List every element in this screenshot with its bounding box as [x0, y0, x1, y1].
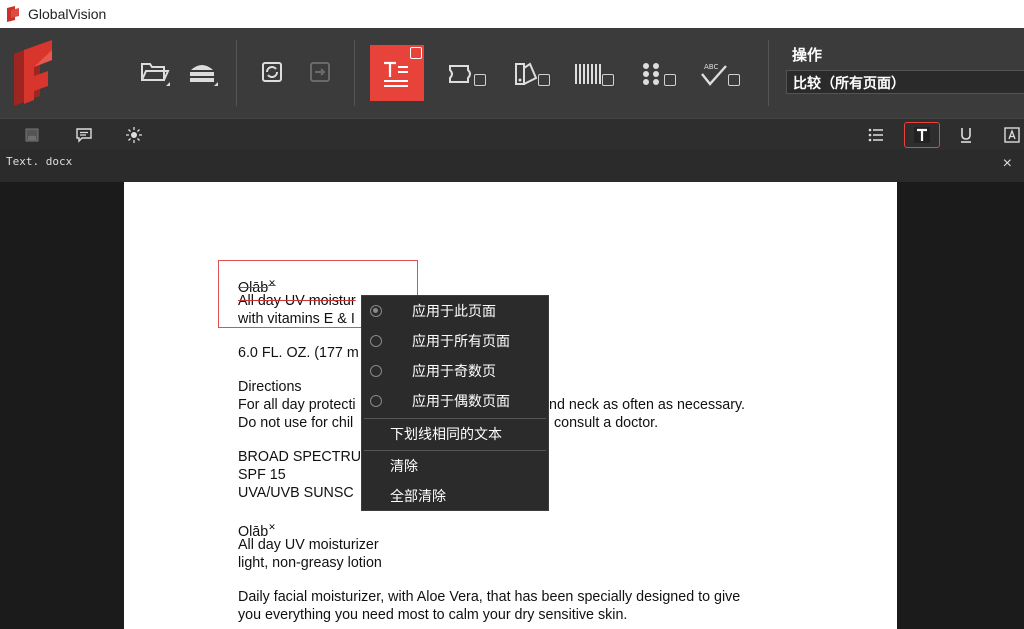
- close-tab-icon[interactable]: ×: [1003, 156, 1012, 172]
- menu-item-label: 下划线相同的文本: [390, 426, 502, 442]
- folder-open-icon: [141, 63, 170, 86]
- page-icon: [25, 128, 39, 142]
- doc-line: For all day protecti: [238, 397, 356, 413]
- braille-checkbox[interactable]: [664, 74, 676, 86]
- refresh-button[interactable]: [252, 52, 292, 92]
- menu-separator: [364, 418, 546, 419]
- doc-line: Directions: [238, 379, 302, 395]
- graphics-compare-checkbox[interactable]: [474, 74, 486, 86]
- scan-button[interactable]: [182, 52, 222, 92]
- operation-select[interactable]: 比较（所有页面）: [786, 70, 1024, 94]
- doc-line: nd neck as often as necessary.: [549, 397, 746, 413]
- menu-item-clear[interactable]: 清除: [362, 452, 548, 480]
- export-icon: [310, 62, 330, 82]
- refresh-icon: [262, 62, 282, 82]
- menu-item-apply-odd-pages[interactable]: 应用于奇数页: [362, 357, 548, 385]
- highlight-button[interactable]: [122, 123, 146, 147]
- menu-item-label: 全部清除: [390, 488, 446, 504]
- list-view-button[interactable]: [864, 123, 888, 147]
- toolbar-divider: [354, 40, 355, 106]
- text-compare-button[interactable]: [370, 45, 424, 101]
- menu-item-underline-same-text[interactable]: 下划线相同的文本: [362, 420, 548, 448]
- textbox-icon: [1004, 127, 1020, 143]
- list-icon: [868, 128, 883, 142]
- svg-text:ABC: ABC: [704, 63, 718, 71]
- radio-icon: [370, 305, 382, 317]
- menu-item-label: 应用于偶数页面: [412, 393, 510, 409]
- document-tab-bar: Text. docx ×: [0, 150, 1024, 182]
- menu-item-label: 应用于此页面: [412, 303, 496, 319]
- export-button[interactable]: [300, 52, 340, 92]
- operation-label: 操作: [792, 47, 823, 64]
- doc-line: you everything you need most to calm you…: [238, 607, 628, 623]
- open-file-button[interactable]: [134, 52, 174, 92]
- underline-button[interactable]: [954, 123, 978, 147]
- doc-line: consult a doctor.: [554, 415, 659, 431]
- comment-button[interactable]: [72, 123, 96, 147]
- color-compare-checkbox[interactable]: [538, 74, 550, 86]
- app-logo-icon: [7, 6, 19, 22]
- menu-item-label: 应用于奇数页: [412, 363, 496, 379]
- menu-item-apply-all-pages[interactable]: 应用于所有页面: [362, 327, 548, 355]
- barcode-checkbox[interactable]: [602, 74, 614, 86]
- menu-item-apply-this-page[interactable]: 应用于此页面: [362, 297, 548, 325]
- doc-line: All day UV moistur: [238, 293, 356, 309]
- menu-item-apply-even-pages[interactable]: 应用于偶数页面: [362, 387, 548, 415]
- doc-line: UVA/UVB SUNSC: [238, 485, 354, 501]
- secondary-toolbar: [0, 118, 1024, 150]
- underline-icon: [961, 128, 971, 143]
- radio-icon: [370, 395, 382, 407]
- doc-line: light, non-greasy lotion: [238, 555, 382, 571]
- doc-line: All day UV moisturizer: [238, 537, 379, 553]
- main-toolbar: ABC 操作 比较（所有页面）: [0, 28, 1024, 118]
- doc-line: with vitamins E & I: [238, 311, 355, 327]
- app-title: GlobalVision: [28, 6, 107, 22]
- text-compare-checkbox[interactable]: [410, 47, 422, 59]
- radio-icon: [370, 335, 382, 347]
- page-view-button[interactable]: [20, 123, 44, 147]
- text-filter-button[interactable]: [904, 122, 940, 148]
- scanner-icon: [190, 65, 218, 86]
- menu-item-label: 清除: [390, 458, 418, 474]
- menu-item-label: 应用于所有页面: [412, 333, 510, 349]
- comment-icon: [76, 128, 92, 143]
- document-tab[interactable]: Text. docx: [6, 155, 72, 168]
- text-icon: [914, 127, 930, 143]
- context-menu: 应用于此页面 应用于所有页面 应用于奇数页 应用于偶数页面 下划线相同的文本 清…: [361, 295, 549, 511]
- spell-check-checkbox[interactable]: [728, 74, 740, 86]
- doc-line: SPF 15: [238, 467, 286, 483]
- menu-item-clear-all[interactable]: 全部清除: [362, 482, 548, 510]
- sun-icon: [126, 127, 142, 143]
- doc-line: 6.0 FL. OZ. (177 m: [238, 345, 359, 361]
- toolbar-divider: [236, 40, 237, 106]
- toolbar-divider: [768, 40, 769, 106]
- textbox-button[interactable]: [1000, 123, 1024, 147]
- doc-line: BROAD SPECTRU: [238, 449, 362, 465]
- doc-line: Do not use for chil: [238, 415, 354, 431]
- doc-line: Daily facial moisturizer, with Aloe Vera…: [238, 589, 741, 605]
- radio-icon: [370, 365, 382, 377]
- menu-separator: [364, 450, 546, 451]
- title-bar: GlobalVision: [0, 0, 1024, 28]
- globalvision-logo: [14, 40, 52, 106]
